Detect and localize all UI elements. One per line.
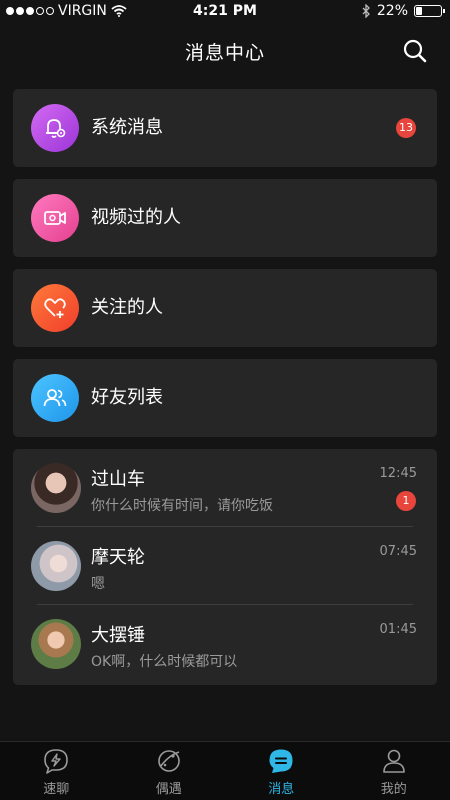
card-label: 系统消息	[91, 117, 163, 138]
chat-row[interactable]: 大摆锤 OK啊，什么时候都可以 01:45	[13, 605, 437, 683]
tab-label: 消息	[268, 782, 295, 797]
chat-row[interactable]: 过山车 你什么时候有时间，请你吃饭 12:45 1	[13, 449, 437, 527]
battery-percent: 22%	[376, 3, 408, 19]
tab-encounter[interactable]: 偶遇	[113, 742, 226, 800]
chat-preview: 嗯	[91, 576, 105, 592]
friends-icon	[31, 374, 79, 422]
tab-label: 偶遇	[155, 782, 182, 797]
heart-plus-icon	[31, 284, 79, 332]
tab-bar: 速聊 偶遇 消息 我的	[0, 741, 450, 800]
chat-time: 01:45	[379, 622, 417, 637]
card-friends-list[interactable]: 好友列表	[13, 359, 437, 437]
tab-label: 我的	[380, 782, 407, 797]
card-following[interactable]: 关注的人	[13, 269, 437, 347]
chat-preview: OK啊，什么时候都可以	[91, 654, 238, 670]
unread-badge: 13	[396, 118, 416, 138]
page-title: 消息中心	[184, 42, 265, 64]
planet-icon	[157, 750, 180, 772]
chat-row[interactable]: 摩天轮 嗯 07:45	[13, 527, 437, 605]
card-label: 关注的人	[91, 297, 163, 318]
status-bar: VIRGIN 4:21 PM 22%	[0, 0, 450, 24]
chat-preview: 你什么时候有时间，请你吃饭	[91, 498, 273, 514]
chat-list: 过山车 你什么时候有时间，请你吃饭 12:45 1 摩天轮 嗯 07:45 大摆…	[13, 449, 437, 685]
status-right: 22%	[362, 3, 445, 19]
bluetooth-icon	[362, 4, 370, 18]
card-label: 视频过的人	[91, 207, 181, 228]
lightning-chat-icon	[44, 749, 69, 774]
tab-quick-chat[interactable]: 速聊	[0, 742, 113, 800]
card-video-contacts[interactable]: 视频过的人	[13, 179, 437, 257]
search-button[interactable]	[402, 38, 428, 64]
header: 消息中心	[0, 24, 450, 76]
card-label: 好友列表	[91, 387, 163, 408]
tab-label: 速聊	[43, 782, 70, 797]
bell-gear-icon	[31, 104, 79, 152]
chat-time: 07:45	[379, 544, 417, 559]
battery-icon	[414, 5, 445, 17]
chat-name: 摩天轮	[91, 547, 145, 568]
message-icon	[269, 749, 293, 773]
tab-profile[interactable]: 我的	[338, 742, 450, 800]
unread-badge: 1	[396, 491, 416, 511]
battery-level	[416, 7, 422, 15]
avatar	[31, 541, 81, 591]
tab-messages[interactable]: 消息	[225, 742, 338, 800]
chat-name: 大摆锤	[91, 625, 145, 646]
card-system-messages[interactable]: 系统消息 13	[13, 89, 437, 167]
video-camera-icon	[31, 194, 79, 242]
chat-name: 过山车	[91, 469, 145, 490]
avatar	[31, 619, 81, 669]
search-icon	[403, 39, 427, 63]
profile-icon	[382, 749, 405, 773]
chat-time: 12:45	[379, 466, 417, 481]
avatar	[31, 463, 81, 513]
